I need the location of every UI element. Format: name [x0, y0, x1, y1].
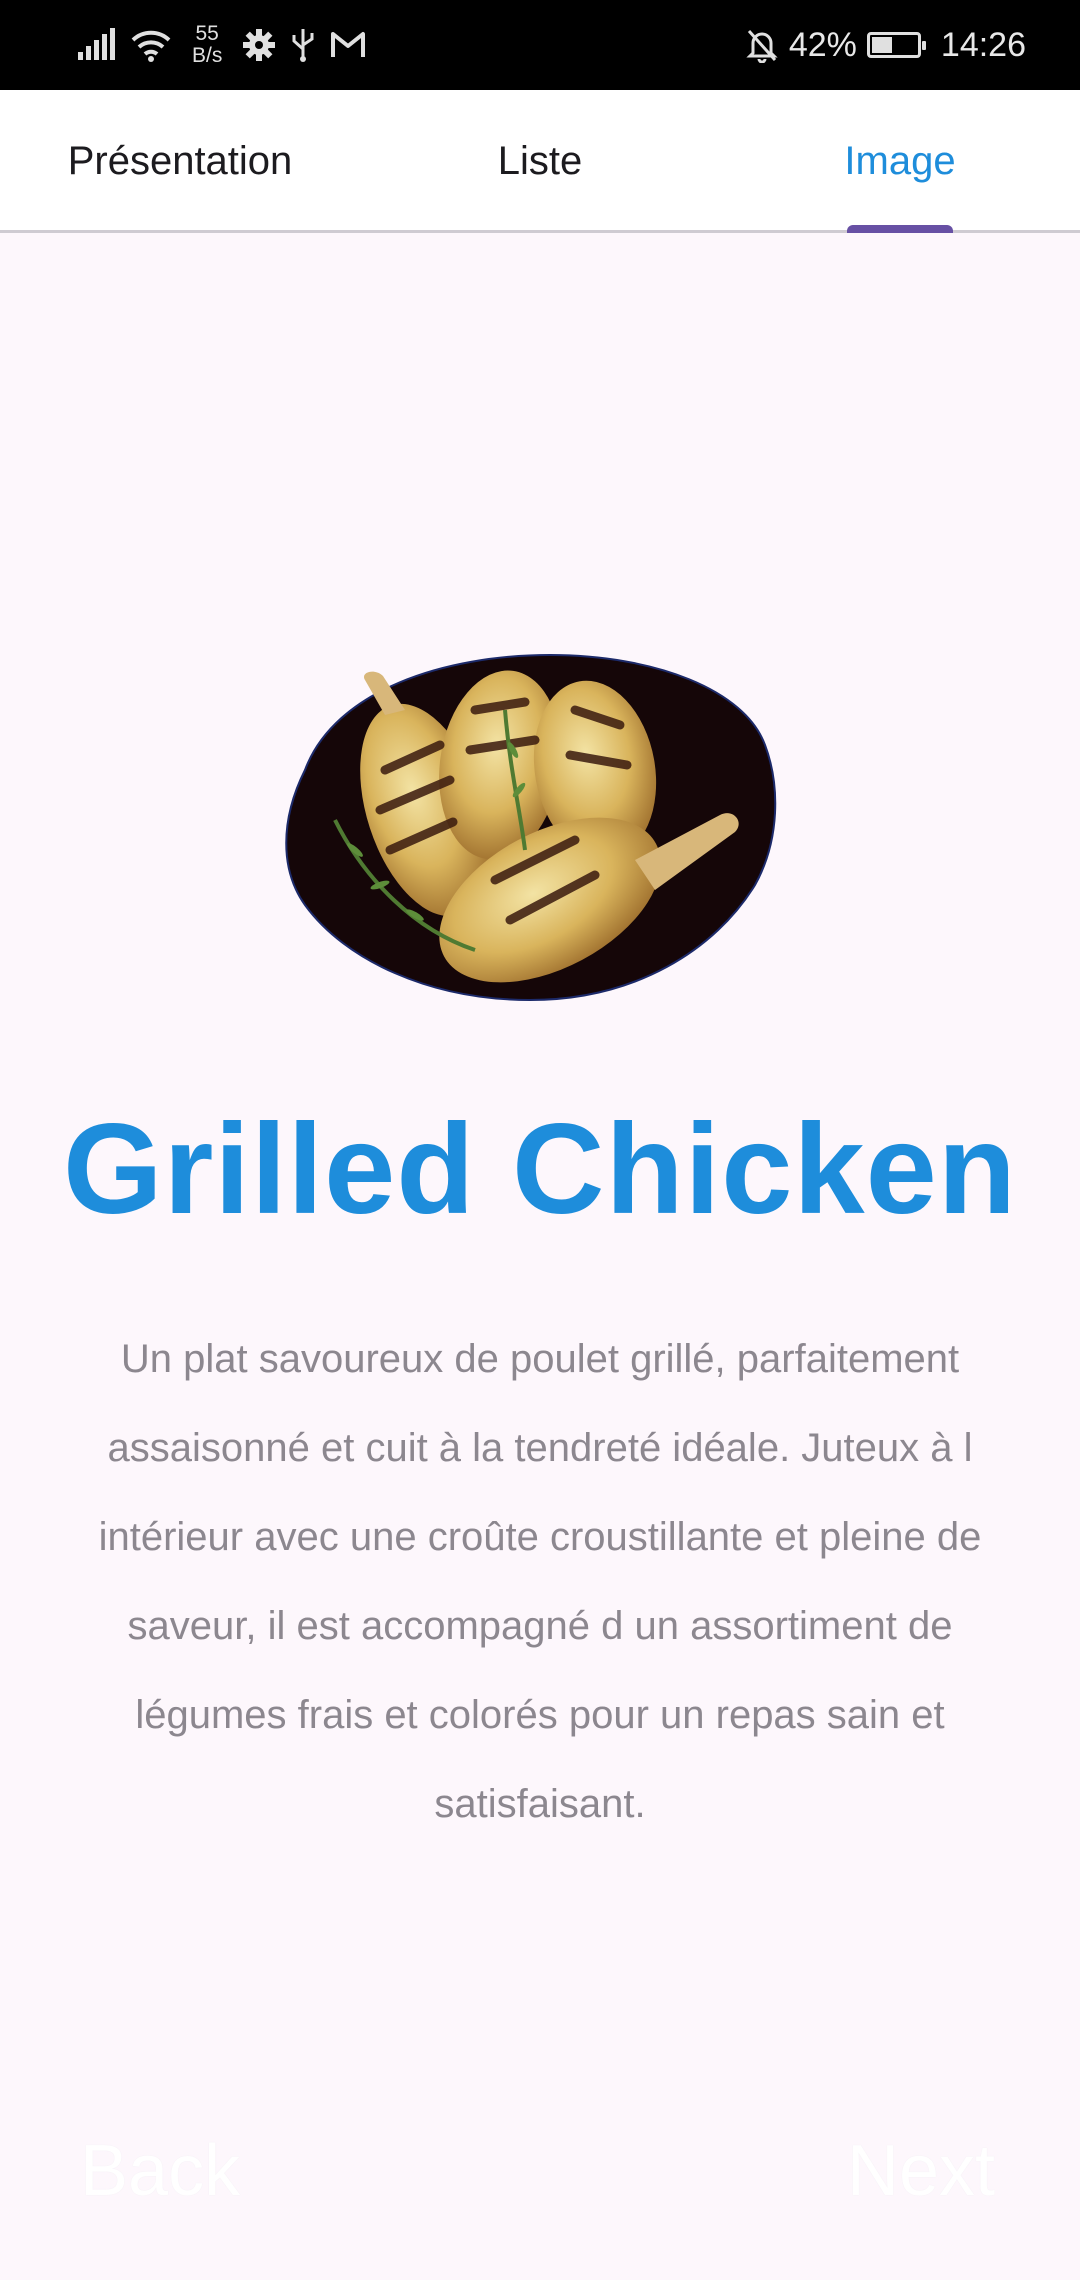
settings-gear-icon [242, 28, 276, 62]
tab-presentation[interactable]: Présentation [0, 90, 360, 232]
usb-icon [290, 27, 316, 63]
status-bar: 55 B/s 42% 14:26 [0, 0, 1080, 90]
battery-percent: 42% [788, 25, 857, 64]
next-button[interactable]: Next [847, 2130, 995, 2212]
bell-muted-icon [745, 27, 779, 63]
recipe-description: Un plat savoureux de poulet grillé, parf… [98, 1337, 982, 1826]
battery-icon [866, 32, 926, 58]
status-right: 42% 14:26 [745, 0, 1026, 90]
net-speed: 55 B/s [192, 23, 222, 67]
tab-image[interactable]: Image [720, 90, 1080, 232]
tab-active-indicator [847, 225, 953, 233]
grilled-chicken-image [275, 650, 800, 1010]
signal-icon [76, 28, 116, 62]
net-speed-unit: B/s [192, 44, 223, 67]
clock: 14:26 [940, 25, 1026, 64]
battery-level [871, 37, 892, 53]
gmail-icon [330, 30, 366, 60]
status-left: 55 B/s [76, 0, 366, 90]
net-speed-value: 55 [195, 22, 219, 45]
back-button[interactable]: Back [80, 2130, 240, 2212]
wifi-icon [130, 28, 172, 62]
recipe-title: Grilled Chicken [63, 1098, 1017, 1241]
tab-liste[interactable]: Liste [360, 90, 720, 232]
